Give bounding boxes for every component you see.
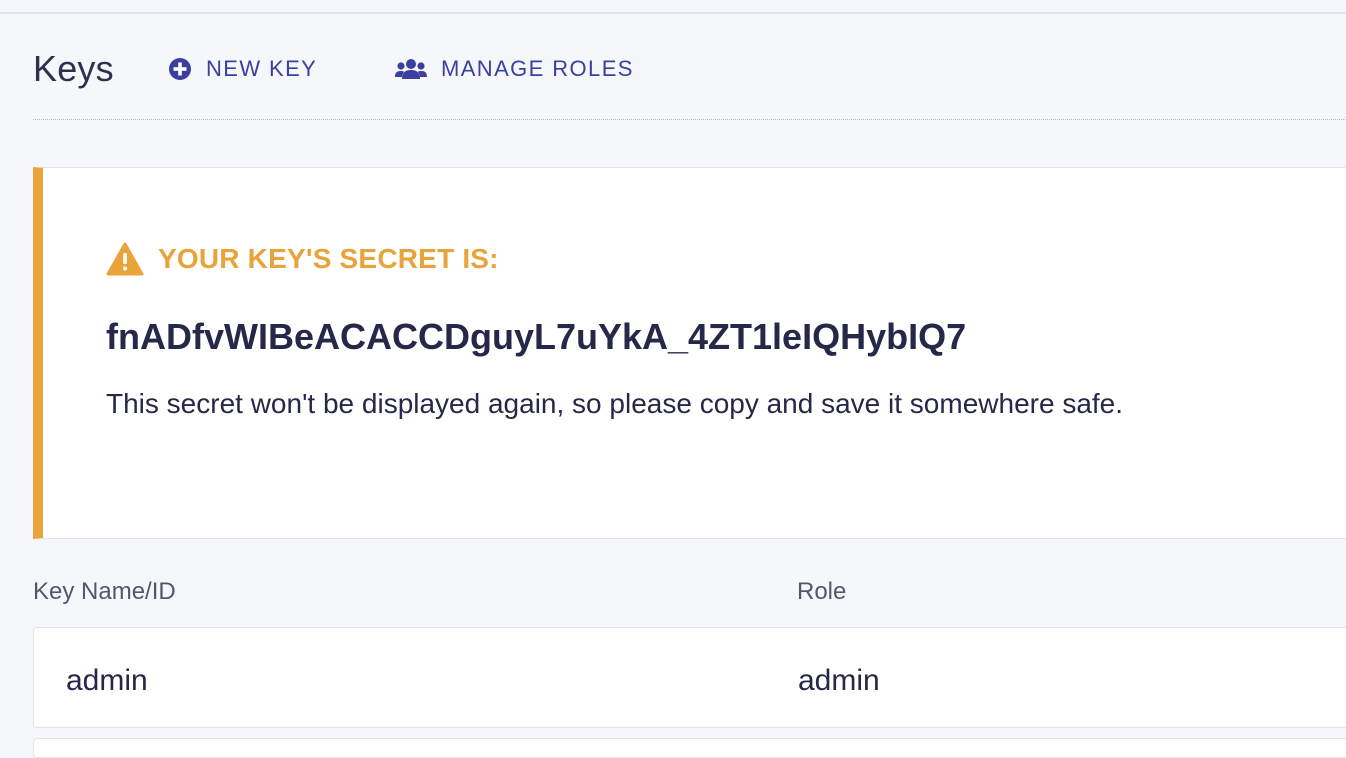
manage-roles-button[interactable]: MANAGE ROLES [395, 56, 634, 82]
users-icon [395, 57, 427, 81]
role-cell: admin [798, 664, 880, 697]
warning-triangle-icon [106, 242, 144, 276]
alert-heading-text: YOUR KEY'S SECRET IS: [158, 243, 499, 274]
page-title: Keys [33, 48, 114, 89]
table-row[interactable] [33, 738, 1346, 758]
table-row[interactable]: admin admin [33, 627, 1346, 728]
plus-circle-icon [168, 57, 192, 81]
secret-alert: YOUR KEY'S SECRET IS: fnADfvWIBeACACCDgu… [33, 167, 1346, 539]
alert-heading: YOUR KEY'S SECRET IS: [106, 242, 499, 276]
manage-roles-label: MANAGE ROLES [441, 56, 634, 81]
top-border [0, 0, 1346, 14]
column-header-role: Role [797, 578, 847, 605]
page-header: Keys NEW KEY MANAGE ROLES [33, 44, 1346, 120]
key-name-cell: admin [66, 664, 148, 697]
new-key-label: NEW KEY [206, 56, 318, 81]
secret-note: This secret won't be displayed again, so… [106, 388, 1124, 419]
column-header-key-name: Key Name/ID [33, 578, 176, 605]
new-key-button[interactable]: NEW KEY [168, 56, 317, 82]
secret-value[interactable]: fnADfvWIBeACACCDguyL7uYkA_4ZT1leIQHybIQ7 [106, 316, 966, 358]
